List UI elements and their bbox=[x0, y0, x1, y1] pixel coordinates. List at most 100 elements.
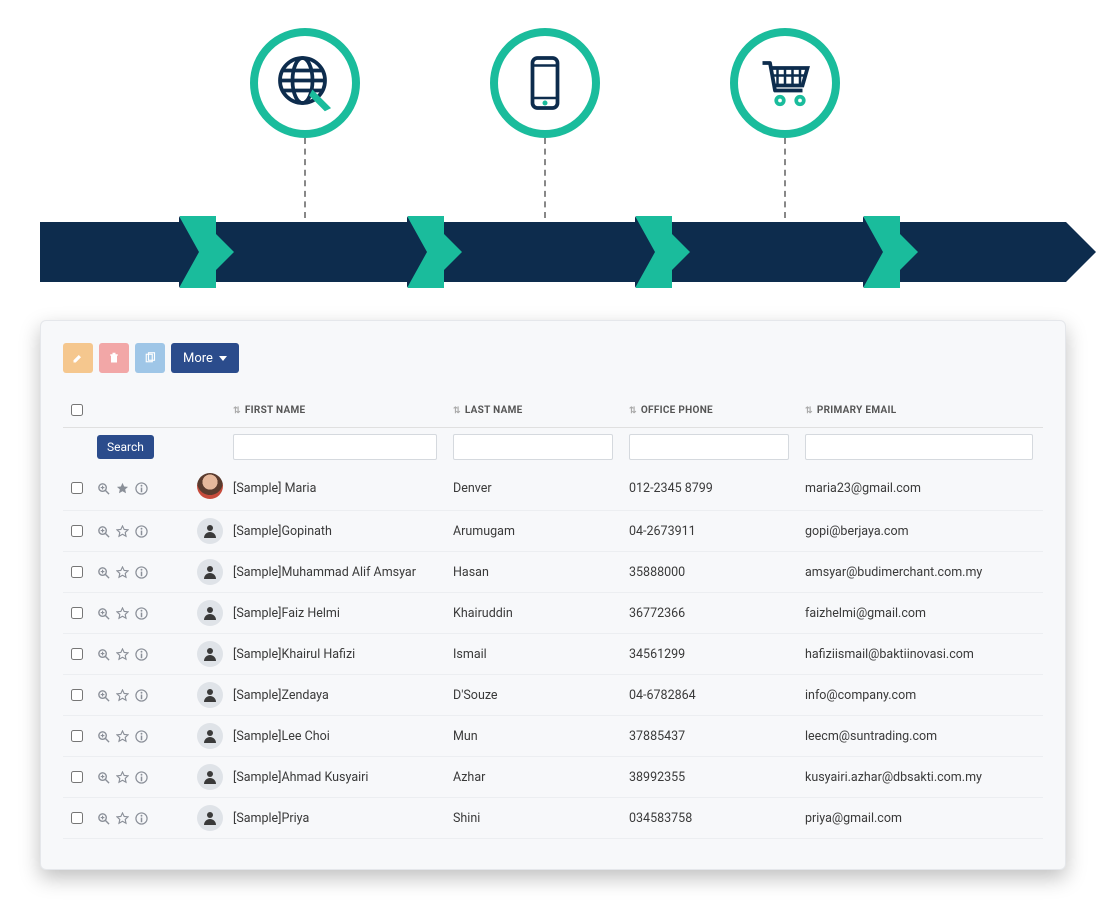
col-first-name[interactable]: ⇅FIRST NAME bbox=[233, 405, 453, 416]
cell-last-name[interactable]: Mun bbox=[453, 729, 629, 744]
filter-last-name[interactable] bbox=[453, 434, 613, 460]
zoom-icon[interactable] bbox=[97, 648, 110, 661]
info-icon[interactable] bbox=[135, 566, 148, 579]
avatar[interactable] bbox=[197, 682, 223, 708]
cell-last-name[interactable]: Hasan bbox=[453, 565, 629, 580]
cell-last-name[interactable]: Shini bbox=[453, 811, 629, 826]
cell-office-phone[interactable]: 012-2345 8799 bbox=[629, 481, 805, 496]
row-checkbox[interactable] bbox=[71, 689, 83, 701]
avatar[interactable] bbox=[197, 764, 223, 790]
cell-primary-email[interactable]: maria23@gmail.com bbox=[805, 481, 1043, 496]
zoom-icon[interactable] bbox=[97, 607, 110, 620]
connector-line bbox=[544, 138, 546, 218]
duplicate-button[interactable] bbox=[135, 343, 165, 373]
info-icon[interactable] bbox=[135, 525, 148, 538]
cell-first-name[interactable]: [Sample]Khairul Hafizi bbox=[233, 647, 453, 662]
star-icon[interactable] bbox=[116, 648, 129, 661]
zoom-icon[interactable] bbox=[97, 771, 110, 784]
cell-office-phone[interactable]: 04-6782864 bbox=[629, 688, 805, 703]
cell-office-phone[interactable]: 04-2673911 bbox=[629, 524, 805, 539]
cell-office-phone[interactable]: 37885437 bbox=[629, 729, 805, 744]
filter-first-name[interactable] bbox=[233, 434, 437, 460]
cell-primary-email[interactable]: priya@gmail.com bbox=[805, 811, 1043, 826]
row-checkbox[interactable] bbox=[71, 771, 83, 783]
cell-primary-email[interactable]: gopi@berjaya.com bbox=[805, 524, 1043, 539]
sort-icon: ⇅ bbox=[233, 407, 241, 416]
star-icon[interactable] bbox=[116, 771, 129, 784]
cell-last-name[interactable]: Khairuddin bbox=[453, 606, 629, 621]
cell-primary-email[interactable]: faizhelmi@gmail.com bbox=[805, 606, 1043, 621]
star-icon[interactable] bbox=[116, 607, 129, 620]
process-diagram bbox=[0, 0, 1106, 340]
star-icon[interactable] bbox=[116, 525, 129, 538]
row-checkbox[interactable] bbox=[71, 812, 83, 824]
zoom-icon[interactable] bbox=[97, 689, 110, 702]
cell-last-name[interactable]: Azhar bbox=[453, 770, 629, 785]
info-icon[interactable] bbox=[135, 689, 148, 702]
avatar[interactable] bbox=[197, 473, 223, 499]
row-checkbox[interactable] bbox=[71, 607, 83, 619]
star-icon[interactable] bbox=[116, 566, 129, 579]
edit-button[interactable] bbox=[63, 343, 93, 373]
row-checkbox[interactable] bbox=[71, 648, 83, 660]
filter-primary-email[interactable] bbox=[805, 434, 1033, 460]
cell-office-phone[interactable]: 034583758 bbox=[629, 811, 805, 826]
zoom-icon[interactable] bbox=[97, 730, 110, 743]
more-button[interactable]: More bbox=[171, 343, 239, 373]
select-all-checkbox[interactable] bbox=[71, 404, 83, 416]
cell-first-name[interactable]: [Sample]Priya bbox=[233, 811, 453, 826]
info-icon[interactable] bbox=[135, 771, 148, 784]
col-primary-email[interactable]: ⇅PRIMARY EMAIL bbox=[805, 405, 1043, 416]
star-icon[interactable] bbox=[116, 730, 129, 743]
zoom-icon[interactable] bbox=[97, 812, 110, 825]
avatar[interactable] bbox=[197, 641, 223, 667]
row-checkbox[interactable] bbox=[71, 566, 83, 578]
cell-last-name[interactable]: Denver bbox=[453, 481, 629, 496]
cell-first-name[interactable]: [Sample]Lee Choi bbox=[233, 729, 453, 744]
col-office-phone[interactable]: ⇅OFFICE PHONE bbox=[629, 405, 805, 416]
cell-office-phone[interactable]: 34561299 bbox=[629, 647, 805, 662]
cell-last-name[interactable]: Arumugam bbox=[453, 524, 629, 539]
search-button[interactable]: Search bbox=[97, 435, 154, 459]
info-icon[interactable] bbox=[135, 648, 148, 661]
delete-button[interactable] bbox=[99, 343, 129, 373]
avatar[interactable] bbox=[197, 723, 223, 749]
zoom-icon[interactable] bbox=[97, 566, 110, 579]
cell-first-name[interactable]: [Sample]Ahmad Kusyairi bbox=[233, 770, 453, 785]
cell-primary-email[interactable]: leecm@suntrading.com bbox=[805, 729, 1043, 744]
cell-primary-email[interactable]: hafiziismail@baktiinovasi.com bbox=[805, 647, 1043, 662]
info-icon[interactable] bbox=[135, 730, 148, 743]
avatar[interactable] bbox=[197, 805, 223, 831]
filter-office-phone[interactable] bbox=[629, 434, 789, 460]
cell-first-name[interactable]: [Sample] Maria bbox=[233, 481, 453, 496]
cell-first-name[interactable]: [Sample]Gopinath bbox=[233, 524, 453, 539]
star-icon[interactable] bbox=[116, 689, 129, 702]
avatar[interactable] bbox=[197, 559, 223, 585]
row-checkbox[interactable] bbox=[71, 525, 83, 537]
avatar[interactable] bbox=[197, 518, 223, 544]
avatar[interactable] bbox=[197, 600, 223, 626]
cell-first-name[interactable]: [Sample]Muhammad Alif Amsyar bbox=[233, 565, 453, 580]
info-icon[interactable] bbox=[135, 607, 148, 620]
cell-office-phone[interactable]: 35888000 bbox=[629, 565, 805, 580]
star-icon[interactable] bbox=[116, 482, 129, 495]
row-checkbox[interactable] bbox=[71, 730, 83, 742]
info-icon[interactable] bbox=[135, 812, 148, 825]
cell-last-name[interactable]: Ismail bbox=[453, 647, 629, 662]
cell-primary-email[interactable]: info@company.com bbox=[805, 688, 1043, 703]
star-icon[interactable] bbox=[116, 812, 129, 825]
col-last-name[interactable]: ⇅LAST NAME bbox=[453, 405, 629, 416]
zoom-icon[interactable] bbox=[97, 482, 110, 495]
zoom-icon[interactable] bbox=[97, 525, 110, 538]
table-row: [Sample]Faiz Helmi Khairuddin 36772366 f… bbox=[63, 593, 1043, 634]
row-checkbox[interactable] bbox=[71, 482, 83, 494]
cell-first-name[interactable]: [Sample]Faiz Helmi bbox=[233, 606, 453, 621]
caret-down-icon bbox=[219, 356, 227, 361]
cell-last-name[interactable]: D'Souze bbox=[453, 688, 629, 703]
cell-office-phone[interactable]: 36772366 bbox=[629, 606, 805, 621]
cell-first-name[interactable]: [Sample]Zendaya bbox=[233, 688, 453, 703]
cell-office-phone[interactable]: 38992355 bbox=[629, 770, 805, 785]
cell-primary-email[interactable]: amsyar@budimerchant.com.my bbox=[805, 565, 1043, 580]
cell-primary-email[interactable]: kusyairi.azhar@dbsakti.com.my bbox=[805, 770, 1043, 785]
info-icon[interactable] bbox=[135, 482, 148, 495]
